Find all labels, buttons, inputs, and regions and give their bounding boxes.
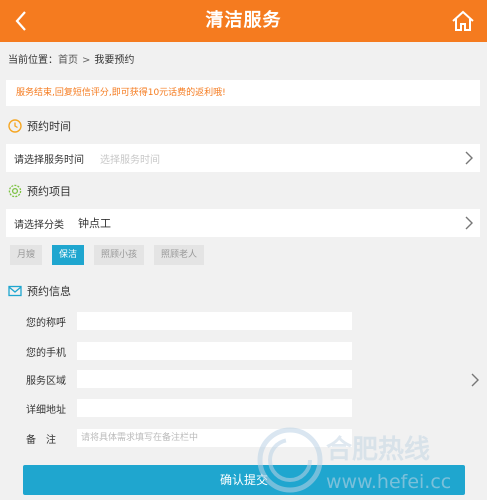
chevron-right-icon	[465, 216, 473, 230]
name-field-row: 您的称呼	[26, 311, 352, 331]
clock-icon	[8, 119, 22, 133]
remark-field-row: 备 注 请将具体需求填写在备注栏中	[26, 428, 352, 448]
info-section-label: 预约信息	[27, 285, 71, 298]
remark-label: 备 注	[26, 434, 56, 446]
area-label: 服务区域	[26, 375, 66, 387]
breadcrumb-current: 我要预约	[94, 55, 135, 66]
remark-input[interactable]: 请将具体需求填写在备注栏中	[77, 429, 352, 447]
tag-yuesao[interactable]: 月嫂	[10, 245, 43, 265]
name-input[interactable]	[77, 312, 352, 330]
app-header: 清洁服务	[0, 0, 487, 42]
service-time-placeholder: 选择服务时间	[100, 154, 160, 166]
service-time-label: 请选择服务时间	[14, 154, 84, 166]
time-section-title: 预约时间	[8, 118, 71, 134]
breadcrumb-home-link[interactable]: 首页	[58, 55, 78, 66]
name-label: 您的称呼	[26, 317, 66, 329]
home-icon	[452, 10, 474, 31]
tag-eldercare[interactable]: 照顾老人	[154, 245, 205, 265]
phone-field-row: 您的手机	[26, 341, 352, 361]
address-field-row: 详细地址	[26, 398, 352, 418]
phone-label: 您的手机	[26, 347, 66, 359]
area-selector[interactable]	[77, 370, 352, 388]
phone-input[interactable]	[77, 342, 352, 360]
category-label: 请选择分类	[14, 219, 64, 231]
address-input[interactable]	[77, 399, 352, 417]
home-button[interactable]	[449, 7, 477, 35]
promo-notice: 服务结束,回复短信评分,即可获得10元话费的返利哦!	[6, 80, 480, 106]
address-label: 详细地址	[26, 404, 66, 416]
breadcrumb: 当前位置：首页 > 我要预约	[8, 51, 134, 66]
chevron-right-icon[interactable]	[470, 372, 480, 388]
service-time-selector[interactable]: 请选择服务时间 选择服务时间	[6, 144, 480, 172]
area-field-row: 服务区域	[26, 369, 352, 389]
submit-button[interactable]: 确认提交	[23, 465, 465, 495]
envelope-icon	[8, 285, 22, 297]
breadcrumb-separator: >	[82, 55, 91, 66]
gear-icon	[8, 184, 22, 198]
category-value: 钟点工	[78, 217, 111, 230]
chevron-right-icon	[465, 151, 473, 165]
item-section-title: 预约项目	[8, 183, 71, 199]
category-selector[interactable]: 请选择分类 钟点工	[6, 209, 480, 237]
page-title: 清洁服务	[205, 10, 282, 31]
info-section-title: 预约信息	[8, 283, 71, 299]
tag-baojie[interactable]: 保洁	[52, 245, 85, 265]
time-section-label: 预约时间	[27, 120, 71, 133]
item-section-label: 预约项目	[27, 185, 71, 198]
breadcrumb-prefix: 当前位置：	[8, 55, 58, 66]
tag-childcare[interactable]: 照顾小孩	[94, 245, 145, 265]
service-tags: 月嫂 保洁 照顾小孩 照顾老人	[10, 245, 205, 265]
